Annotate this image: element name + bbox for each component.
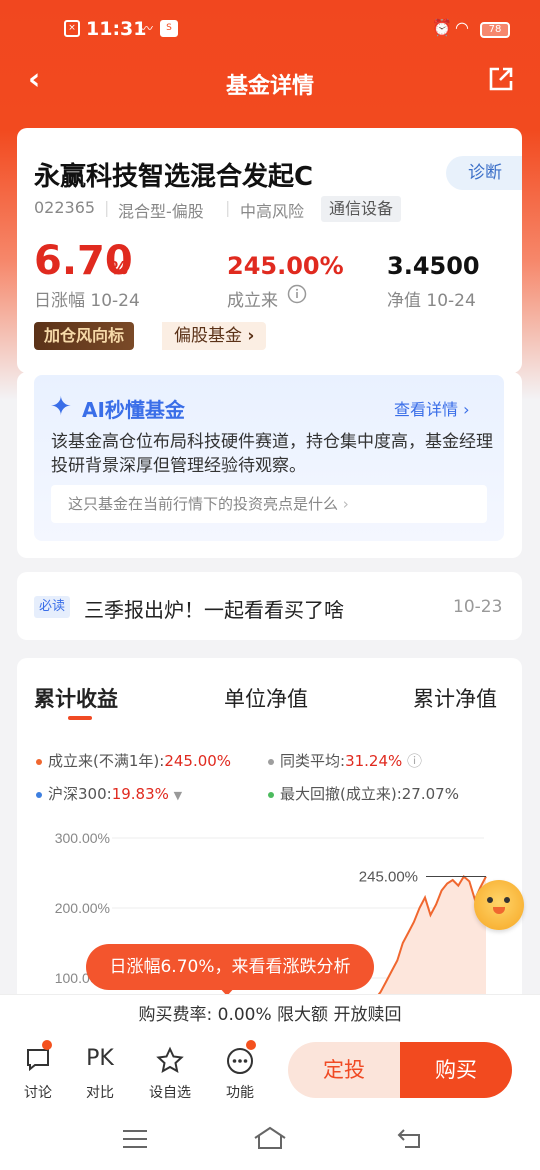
legend-hs300[interactable]: 沪深300:19.83% ▼	[36, 783, 182, 804]
notification-dot	[42, 1040, 52, 1050]
position-badge[interactable]: 加仓风向标	[34, 322, 135, 350]
page-title: 基金详情	[225, 74, 314, 99]
caret-down-icon: ▼	[173, 789, 183, 802]
mascot-icon[interactable]	[474, 880, 524, 930]
divider: |	[104, 198, 110, 217]
legend-dot	[268, 758, 274, 765]
legend-drawdown: 最大回撤(成立来):27.07%	[268, 783, 459, 804]
notification-icon: 〰	[140, 22, 154, 37]
tab-accumulated-nav[interactable]: 累计净值	[413, 683, 497, 713]
info-icon[interactable]: ⓘ	[407, 752, 422, 770]
sparkle-icon: ✦	[50, 392, 72, 422]
legend-average-value: 31.24%	[345, 752, 403, 770]
notification-dot	[246, 1040, 256, 1050]
legend-fund-value: 245.00%	[164, 752, 232, 770]
legend-drawdown-label: 最大回撤(成立来):	[280, 785, 402, 803]
legend-dot	[268, 791, 274, 798]
nav-bar: ‹ 基金详情	[0, 58, 540, 104]
sector-tag[interactable]: 通信设备	[321, 196, 402, 222]
category-label: 偏股基金	[174, 326, 242, 346]
status-bar: × 11:31 〰 S ⏰ ◠ 78	[0, 0, 540, 58]
chevron-right-icon: ›	[342, 495, 349, 513]
fund-type: 混合型-偏股	[118, 202, 204, 221]
fund-code: 022365	[34, 198, 96, 217]
active-tab-indicator	[68, 716, 92, 720]
compare-label[interactable]: 对比	[70, 1082, 130, 1102]
app-notification-icon: S	[160, 20, 178, 37]
info-icon[interactable]	[287, 284, 307, 304]
tab-cumulative-return[interactable]: 累计收益	[34, 683, 118, 713]
menu-icon[interactable]	[121, 1128, 149, 1150]
wifi-icon: ◠	[455, 18, 469, 37]
day-change-label: 日涨幅 10-24	[34, 291, 140, 311]
functions-label[interactable]: 功能	[210, 1082, 270, 1102]
fund-area	[379, 876, 486, 994]
alarm-icon: ⏰	[432, 18, 452, 37]
discuss-icon[interactable]	[8, 1046, 68, 1080]
fund-risk: 中高风险	[240, 202, 305, 221]
legend-dot	[36, 791, 42, 798]
max-value-label: 245.00%	[359, 869, 418, 886]
legend-average: 同类平均:31.24% ⓘ	[268, 750, 422, 771]
sim-icon: ×	[64, 20, 80, 37]
discuss-label[interactable]: 讨论	[8, 1082, 68, 1102]
y-tick-label: 200.00%	[55, 900, 110, 916]
watchlist-label[interactable]: 设自选	[140, 1082, 200, 1102]
divider: |	[225, 198, 231, 217]
more-functions-icon[interactable]	[210, 1046, 270, 1082]
diagnose-button[interactable]: 诊断	[446, 156, 522, 190]
legend-dot	[36, 758, 42, 765]
chevron-right-icon: ›	[247, 326, 255, 346]
category-badge[interactable]: 偏股基金 ›	[162, 322, 267, 350]
since-inception-label: 成立来	[227, 291, 278, 311]
day-change-unit: %	[110, 258, 129, 279]
fund-name: 永赢科技智选混合发起C	[34, 162, 314, 192]
pk-icon[interactable]: PK	[70, 1046, 130, 1071]
ai-summary: 该基金高仓位布局科技硬件赛道，持仓集中度高，基金经理投研背景深厚但管理经验待观察…	[51, 432, 493, 476]
news-title[interactable]: 三季报出炉！一起看看买了啥	[84, 594, 344, 623]
ai-question-text: 这只基金在当前行情下的投资亮点是什么	[68, 495, 339, 513]
ai-question-button[interactable]: 这只基金在当前行情下的投资亮点是什么 ›	[51, 485, 487, 523]
ai-title: AI秒懂基金	[82, 398, 185, 422]
must-read-badge: 必读	[34, 596, 71, 618]
status-time: 11:31	[86, 18, 147, 40]
legend-fund-label: 成立来(不满1年):	[48, 752, 165, 770]
legend-average-label: 同类平均:	[280, 752, 346, 770]
legend-hs300-value: 19.83%	[111, 785, 169, 803]
news-date: 10-23	[453, 597, 503, 617]
share-icon[interactable]	[488, 66, 514, 92]
legend-hs300-label: 沪深300:	[48, 785, 112, 803]
nav-label: 净值 10-24	[387, 291, 476, 311]
home-icon[interactable]	[253, 1126, 287, 1150]
back-nav-icon[interactable]	[396, 1126, 426, 1150]
y-tick-label: 300.00%	[55, 830, 110, 846]
legend-drawdown-value: 27.07%	[401, 785, 459, 803]
analysis-tip[interactable]: 日涨幅6.70%，来看看涨跌分析	[86, 944, 374, 990]
ai-more-label: 查看详情	[394, 400, 459, 419]
legend-fund: 成立来(不满1年):245.00%	[36, 750, 231, 771]
star-plus-icon[interactable]	[140, 1046, 200, 1082]
nav-value: 3.4500	[387, 252, 480, 280]
ai-more-link[interactable]: 查看详情 ›	[394, 396, 470, 420]
battery-icon: 78	[480, 22, 510, 38]
fee-info: 购买费率: 0.00% 限大额 开放赎回	[0, 994, 540, 1034]
buy-button[interactable]: 购买	[400, 1042, 512, 1098]
chevron-right-icon: ›	[463, 400, 470, 419]
fixed-investment-button[interactable]: 定投	[288, 1042, 400, 1098]
system-nav-bar	[0, 1110, 540, 1170]
tab-unit-nav[interactable]: 单位净值	[224, 683, 308, 713]
since-inception-value: 245.00%	[227, 252, 344, 280]
